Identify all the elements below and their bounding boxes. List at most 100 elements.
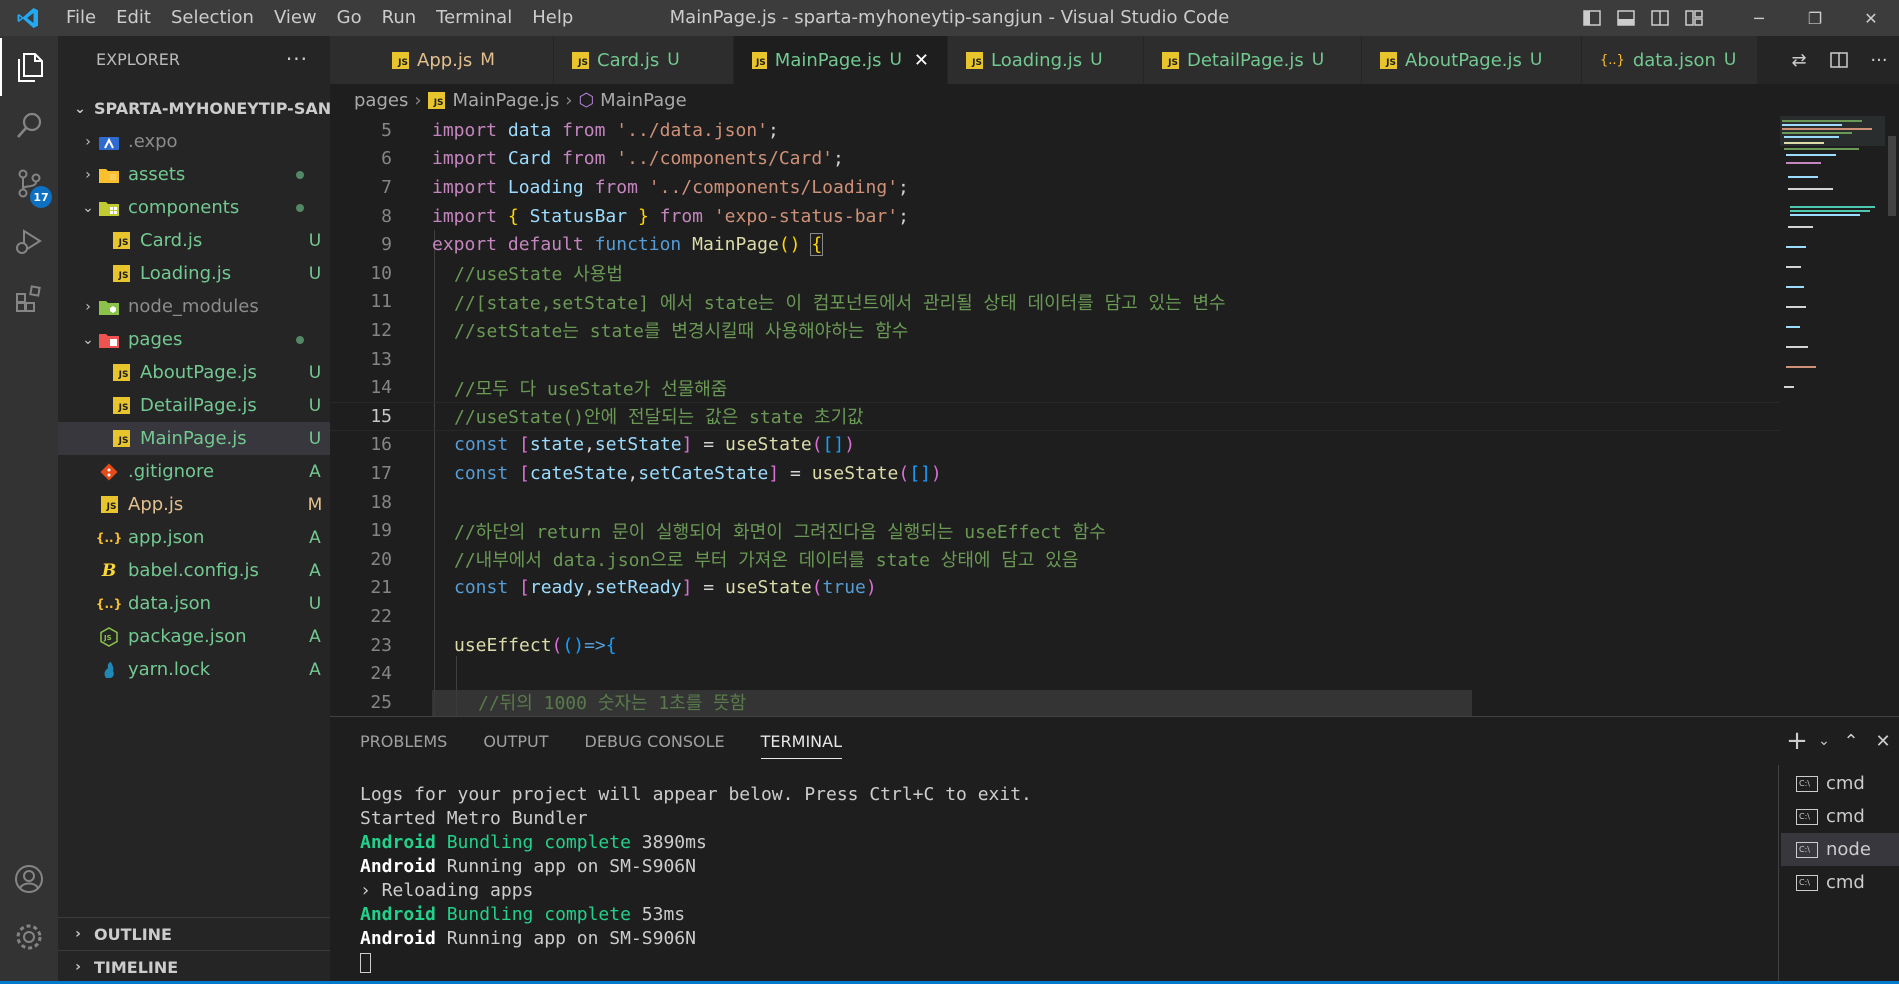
tab-aboutpage-js[interactable]: JS AboutPage.js U — [1362, 36, 1582, 84]
line-number: 20 — [370, 548, 392, 570]
tree-item-babel-config[interactable]: B babel.config.js A — [58, 554, 330, 587]
menu-terminal[interactable]: Terminal — [426, 0, 522, 36]
timeline-title: TIMELINE — [94, 957, 179, 977]
chevron-down-icon: ⌄ — [82, 331, 94, 348]
tab-data-json[interactable]: {..} data.json U — [1582, 36, 1758, 84]
menu-selection[interactable]: Selection — [161, 0, 264, 36]
tree-item-node-modules[interactable]: › node_modules — [58, 290, 330, 323]
terminal-instance-active[interactable]: C:\ node — [1781, 833, 1899, 866]
breadcrumb-symbol[interactable]: MainPage — [600, 90, 687, 111]
maximize-panel-icon[interactable]: ⌃ — [1835, 717, 1867, 765]
restore-icon[interactable]: ❐ — [1787, 0, 1843, 36]
terminal-instance[interactable]: C:\ cmd — [1781, 800, 1899, 833]
components-folder-icon — [98, 197, 120, 219]
terminal-output[interactable]: Logs for your project will appear below.… — [360, 783, 1760, 975]
menu-run[interactable]: Run — [372, 0, 427, 36]
minimap-line — [1784, 142, 1824, 144]
tab-loading-js[interactable]: JS Loading.js U — [948, 36, 1144, 84]
scrollbar-thumb[interactable] — [1888, 136, 1896, 216]
menu-view[interactable]: View — [264, 0, 327, 36]
minimap[interactable] — [1780, 116, 1885, 716]
tree-item-detailpage-js[interactable]: JS DetailPage.js U — [58, 389, 330, 422]
code-line: 23 useEffect(()=>{ — [330, 631, 1780, 660]
tree-item-label: MainPage.js — [140, 428, 247, 449]
tree-item-app-js[interactable]: JS App.js M — [58, 488, 330, 521]
open-changes-icon[interactable]: ⇄ — [1779, 36, 1819, 84]
menu-go[interactable]: Go — [327, 0, 372, 36]
tree-item-mainpage-js[interactable]: JS MainPage.js U — [58, 422, 330, 455]
terminal-instance[interactable]: C:\ cmd — [1781, 767, 1899, 800]
timeline-section[interactable]: › TIMELINE — [58, 950, 330, 983]
code-comment: //useState()안에 전달되는 값은 state 초기값 — [454, 407, 864, 429]
yarn-file-icon — [98, 659, 120, 681]
toggle-secondary-sidebar-icon[interactable] — [1643, 0, 1677, 36]
search-icon[interactable] — [0, 96, 58, 154]
terminal-instance[interactable]: C:\ cmd — [1781, 866, 1899, 899]
editor-scrollbar[interactable] — [1885, 116, 1899, 716]
outline-section[interactable]: › OUTLINE — [58, 917, 330, 950]
line-number: 11 — [370, 291, 392, 313]
code-editor[interactable]: 5 import data from '../data.json'; 6 imp… — [330, 116, 1780, 716]
minimap-line — [1786, 306, 1806, 308]
code-line: 20 //내부에서 data.json으로 부터 가져온 데이터를 state … — [330, 545, 1780, 574]
line-number: 21 — [370, 577, 392, 599]
breadcrumb-folder[interactable]: pages — [354, 90, 408, 111]
manage-gear-icon[interactable] — [0, 908, 58, 966]
tab-terminal[interactable]: TERMINAL — [760, 717, 843, 765]
code-line: 8 import { StatusBar } from 'expo-status… — [330, 202, 1780, 231]
tab-label: data.json — [1632, 49, 1716, 71]
close-window-icon[interactable]: ✕ — [1843, 0, 1899, 36]
explorer-icon[interactable] — [0, 38, 58, 96]
tab-card-js[interactable]: JS Card.js U — [554, 36, 734, 84]
tree-item-components[interactable]: ⌄ components — [58, 191, 330, 224]
extensions-icon[interactable] — [0, 270, 58, 328]
javascript-file-icon: JS — [110, 395, 132, 417]
chevron-down-icon[interactable]: ⌄ — [1813, 717, 1835, 765]
symbol-function-icon: ⬡ — [578, 89, 595, 111]
tab-detailpage-js[interactable]: JS DetailPage.js U — [1144, 36, 1362, 84]
tree-item-card-js[interactable]: JS Card.js U — [58, 224, 330, 257]
workspace-root[interactable]: ⌄ SPARTA-MYHONEYTIP-SAN... — [58, 92, 330, 125]
tree-item-assets[interactable]: › assets — [58, 158, 330, 191]
tree-item-data-json[interactable]: {..} data.json U — [58, 587, 330, 620]
close-panel-icon[interactable]: ✕ — [1867, 717, 1899, 765]
close-tab-icon[interactable]: ✕ — [914, 50, 929, 71]
source-control-icon[interactable]: 17 — [0, 154, 58, 212]
accounts-icon[interactable] — [0, 850, 58, 908]
line-number: 10 — [370, 262, 392, 284]
more-actions-icon[interactable]: ··· — [1859, 36, 1899, 84]
chevron-right-icon: › — [85, 133, 91, 150]
toggle-primary-sidebar-icon[interactable] — [1575, 0, 1609, 36]
run-debug-icon[interactable] — [0, 212, 58, 270]
source-control-badge: 17 — [30, 186, 52, 208]
tree-item-app-json[interactable]: {..} app.json A — [58, 521, 330, 554]
tree-item-expo[interactable]: › .expo — [58, 125, 330, 158]
tree-item-aboutpage-js[interactable]: JS AboutPage.js U — [58, 356, 330, 389]
menu-file[interactable]: File — [56, 0, 106, 36]
new-terminal-icon[interactable]: + — [1781, 717, 1813, 765]
activity-bar: 17 — [0, 36, 58, 984]
platform-label: Android — [360, 904, 436, 925]
tab-app-js[interactable]: JS App.js M — [330, 36, 554, 84]
tab-problems[interactable]: PROBLEMS — [360, 717, 447, 765]
menu-edit[interactable]: Edit — [106, 0, 161, 36]
tree-item-gitignore[interactable]: .gitignore A — [58, 455, 330, 488]
breadcrumb-file[interactable]: MainPage.js — [453, 90, 560, 111]
minimize-icon[interactable]: ─ — [1731, 0, 1787, 36]
toggle-panel-icon[interactable] — [1609, 0, 1643, 36]
menu-help[interactable]: Help — [522, 0, 583, 36]
split-editor-icon[interactable] — [1819, 36, 1859, 84]
git-status-badge: M — [307, 494, 323, 515]
customize-layout-icon[interactable] — [1677, 0, 1711, 36]
tree-item-package-json[interactable]: JS package.json A — [58, 620, 330, 653]
tree-item-pages[interactable]: ⌄ pages — [58, 323, 330, 356]
line-number: 23 — [370, 634, 392, 656]
git-status-badge: A — [309, 626, 321, 647]
tab-debug-console[interactable]: DEBUG CONSOLE — [585, 717, 725, 765]
tree-item-yarn-lock[interactable]: yarn.lock A — [58, 653, 330, 686]
tab-output[interactable]: OUTPUT — [483, 717, 548, 765]
tree-item-loading-js[interactable]: JS Loading.js U — [58, 257, 330, 290]
more-actions-icon[interactable]: ··· — [286, 47, 308, 71]
terminal-line: Android Bundling complete 53ms — [360, 903, 1760, 927]
tab-mainpage-js[interactable]: JS MainPage.js U ✕ — [734, 36, 948, 84]
